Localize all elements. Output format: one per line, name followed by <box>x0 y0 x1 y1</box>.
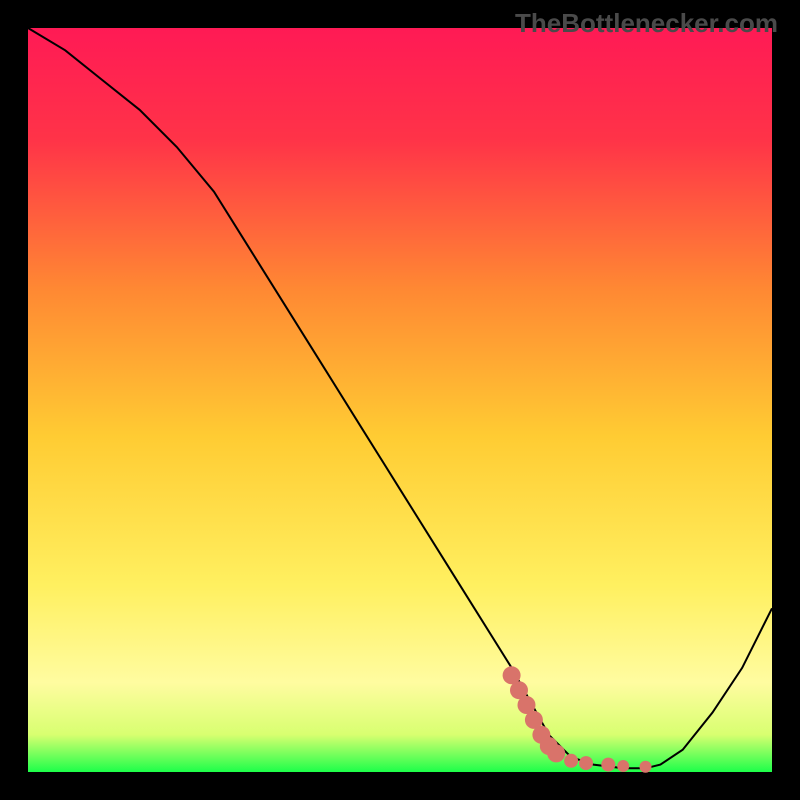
watermark-text: TheBottlenecker.com <box>515 8 778 39</box>
highlight-dot <box>547 744 565 762</box>
highlight-dot <box>640 761 652 773</box>
chart-container: TheBottlenecker.com <box>0 0 800 800</box>
plot-background <box>28 28 772 772</box>
highlight-dot <box>601 758 615 772</box>
highlight-dot <box>579 756 593 770</box>
highlight-dot <box>564 754 578 768</box>
chart-svg <box>0 0 800 800</box>
highlight-dot <box>617 760 629 772</box>
